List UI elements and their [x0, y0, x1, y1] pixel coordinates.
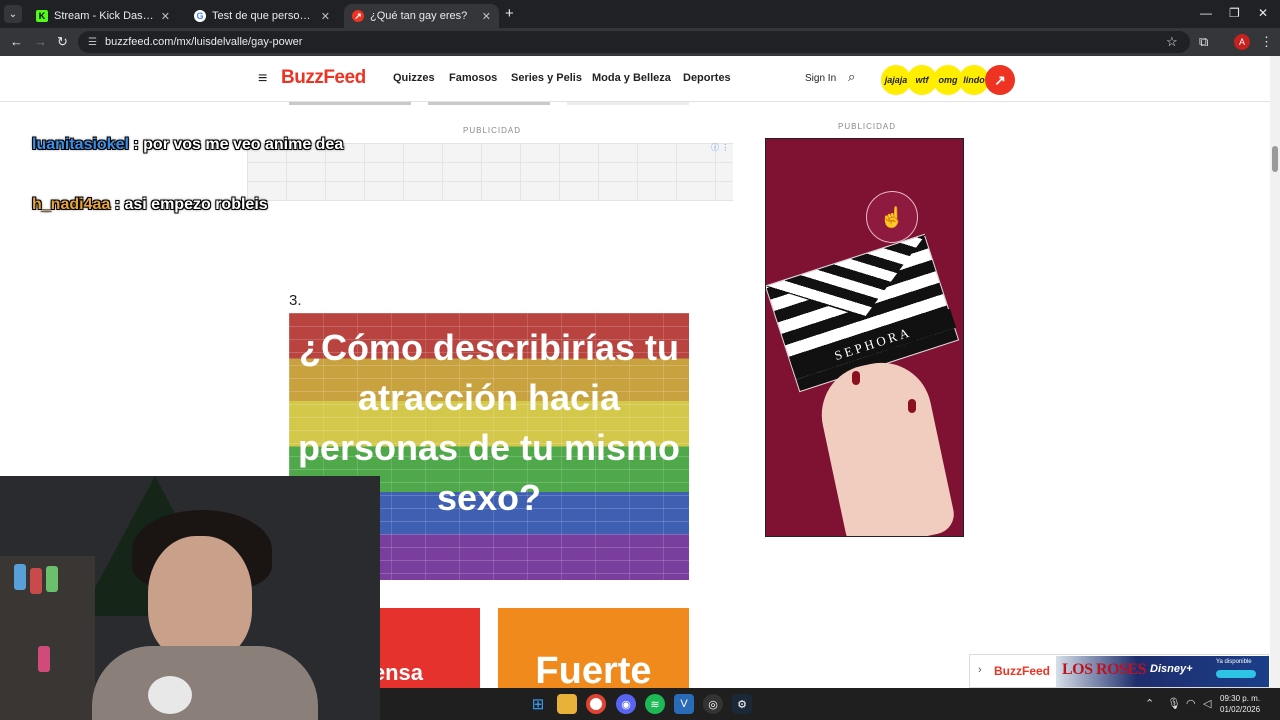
- spotify-icon[interactable]: ≋: [645, 694, 665, 714]
- chevron-right-icon[interactable]: ›: [978, 664, 982, 676]
- ad-label: PUBLICIDAD: [838, 122, 897, 131]
- chat-text: : por vos me veo anime dea: [133, 136, 344, 153]
- webcam-overlay: [0, 476, 380, 720]
- google-icon: G: [194, 10, 206, 22]
- new-tab-button[interactable]: +: [505, 5, 514, 22]
- kick-icon: K: [36, 10, 48, 22]
- discord-icon[interactable]: ◉: [616, 694, 636, 714]
- start-icon[interactable]: ⊞: [528, 694, 548, 714]
- ad-title: LOS ROSES: [1062, 661, 1146, 678]
- steam-icon[interactable]: ⚙: [732, 694, 752, 714]
- restore-icon[interactable]: ❐: [1229, 6, 1240, 20]
- scroll-thumb[interactable]: [1272, 146, 1278, 172]
- answer-fuerte[interactable]: Fuerte: [498, 608, 689, 688]
- page-scrollbar[interactable]: [1270, 56, 1280, 688]
- ad-tagline: Ya disponible: [1216, 659, 1252, 665]
- previous-answer-image: [428, 102, 550, 105]
- obs-icon[interactable]: ◎: [703, 694, 723, 714]
- vscode-icon[interactable]: V: [674, 694, 694, 714]
- tab-search-button[interactable]: ⌄: [4, 5, 22, 23]
- close-tab-icon[interactable]: ✕: [161, 10, 170, 23]
- previous-answer-image: [289, 102, 411, 105]
- close-tab-icon[interactable]: ✕: [321, 10, 330, 23]
- tab-anime-test[interactable]: G Test de que personaje eres de anime ✕: [186, 4, 338, 28]
- browser-toolbar: ← → ↻ ☰ buzzfeed.com/mx/luisdelvalle/gay…: [0, 28, 1280, 56]
- back-icon[interactable]: ←: [10, 34, 23, 49]
- buzzfeed-logo[interactable]: BuzzFeed: [281, 67, 366, 89]
- trending-icon[interactable]: ↗: [985, 65, 1015, 95]
- nav-famosos[interactable]: Famosos: [449, 72, 497, 84]
- chat-text: : asi empezo robleis: [114, 196, 268, 213]
- tab-buzzfeed-quiz[interactable]: ↗ ¿Qué tan gay eres? ✕: [344, 4, 499, 28]
- nav-deportes[interactable]: Deportes: [683, 72, 731, 84]
- answer-label: Fuerte: [535, 650, 652, 688]
- menu-kebab-icon[interactable]: ⋮: [1260, 34, 1273, 50]
- sign-in-link[interactable]: Sign In: [805, 73, 836, 84]
- ad-buzzfeed-logo: BuzzFeed: [994, 664, 1051, 678]
- buzzfeed-header: ≡ BuzzFeed Quizzes Famosos Series y Peli…: [0, 56, 1270, 102]
- nav-series-pelis[interactable]: Series y Pelis: [511, 72, 582, 84]
- tap-hand-icon: ☝: [866, 191, 918, 243]
- clock-time: 09:30 p. m.: [1220, 694, 1261, 703]
- profile-avatar[interactable]: A: [1234, 34, 1250, 50]
- close-tab-icon[interactable]: ✕: [482, 10, 491, 23]
- file-explorer-icon[interactable]: [557, 694, 577, 714]
- microphone-icon[interactable]: 🎙: [1167, 697, 1181, 710]
- question-number: 3.: [289, 292, 302, 309]
- chat-message: luanitasiokel : por vos me veo anime dea: [32, 136, 343, 154]
- nav-quizzes[interactable]: Quizzes: [393, 72, 435, 84]
- search-icon[interactable]: ⌕: [848, 69, 855, 85]
- chat-username: h_nadi4aa: [32, 196, 111, 213]
- disney-plus-logo: Disney+: [1150, 663, 1193, 675]
- tab-bar: ⌄ K Stream - Kick Dashboard ✕ G Test de …: [0, 0, 1280, 28]
- previous-answer-image: [567, 102, 689, 105]
- volume-icon[interactable]: ◁: [1203, 697, 1211, 710]
- clock-date: 01/02/2026: [1220, 705, 1261, 714]
- tab-kick-dashboard[interactable]: K Stream - Kick Dashboard ✕: [28, 4, 178, 28]
- buzzfeed-icon: ↗: [352, 10, 364, 22]
- ad-cta-button[interactable]: [1216, 670, 1256, 678]
- tab-title: Stream - Kick Dashboard: [54, 10, 155, 22]
- sephora-side-ad[interactable]: ☝ SEPHORA: [765, 138, 964, 537]
- chat-message: h_nadi4aa : asi empezo robleis: [32, 196, 268, 214]
- chrome-icon[interactable]: [586, 694, 606, 714]
- minimize-icon[interactable]: —: [1200, 6, 1212, 20]
- hamburger-menu-icon[interactable]: ≡: [258, 70, 267, 88]
- forward-icon[interactable]: →: [34, 34, 47, 49]
- ad-info-icon[interactable]: ⓘ ⋮: [711, 142, 729, 153]
- screen: ⌄ K Stream - Kick Dashboard ✕ G Test de …: [0, 0, 1280, 720]
- tab-title: ¿Qué tan gay eres?: [370, 10, 468, 22]
- url-text: buzzfeed.com/mx/luisdelvalle/gay-power: [104, 36, 303, 48]
- bookmark-star-icon[interactable]: ☆: [1166, 34, 1178, 50]
- system-clock[interactable]: 09:30 p. m. 01/02/2026: [1220, 693, 1260, 715]
- site-info-icon[interactable]: ☰: [88, 37, 97, 48]
- streamer: [148, 536, 252, 660]
- tray-chevron-icon[interactable]: ⌃: [1145, 697, 1154, 710]
- windows-taskbar: ⊞ ◉ ≋ V ◎ ⚙ ⌃ 🎙 ◠ ◁ 09:30 p. m. 01/02/20…: [380, 688, 1280, 720]
- address-bar[interactable]: ☰ buzzfeed.com/mx/luisdelvalle/gay-power: [78, 31, 1190, 53]
- wifi-icon[interactable]: ◠: [1186, 697, 1196, 710]
- hand-image: [812, 353, 958, 536]
- chat-username: luanitasiokel: [32, 136, 129, 153]
- ad-label: PUBLICIDAD: [463, 126, 522, 135]
- floating-ad[interactable]: › BuzzFeed LOS ROSES Disney+ Ya disponib…: [969, 654, 1269, 688]
- close-window-icon[interactable]: ✕: [1258, 6, 1268, 20]
- extensions-icon[interactable]: ⧉: [1199, 34, 1208, 50]
- nav-moda-belleza[interactable]: Moda y Belleza: [592, 72, 671, 84]
- tab-title: Test de que personaje eres de anime: [212, 10, 315, 22]
- reload-icon[interactable]: ↻: [57, 34, 68, 50]
